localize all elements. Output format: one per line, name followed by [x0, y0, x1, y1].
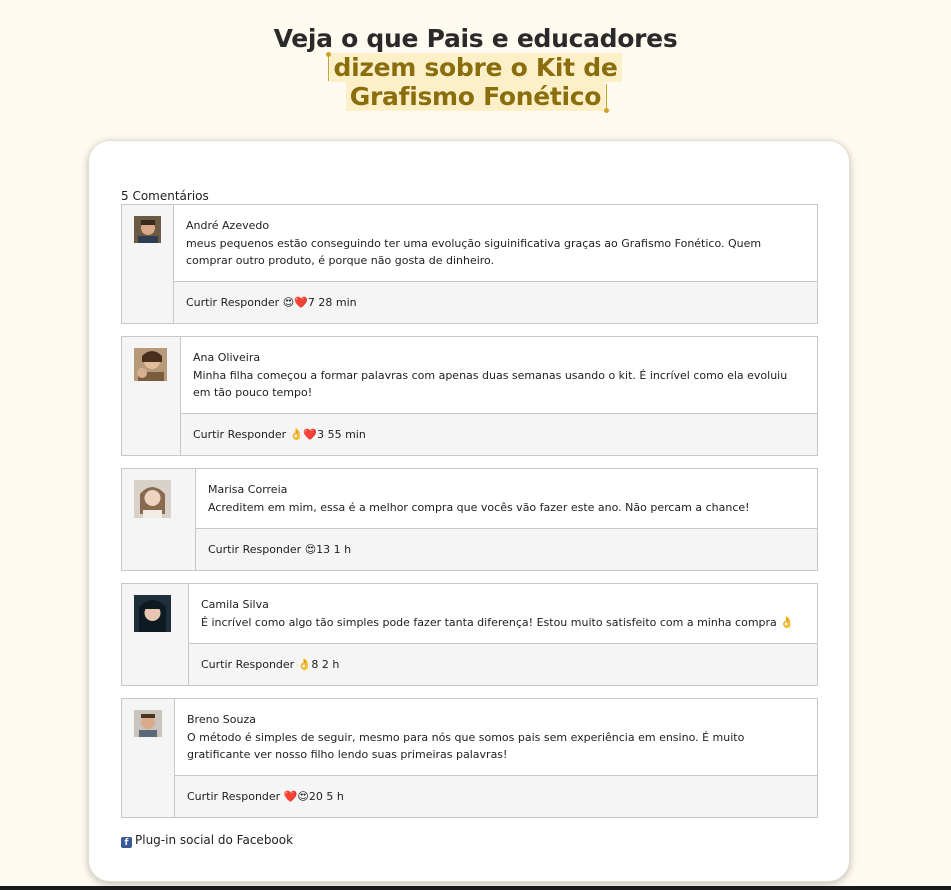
reply-button[interactable]: Responder [221, 296, 280, 309]
headline-line-2: dizem sobre o Kit de [325, 52, 622, 82]
like-button[interactable]: Curtir [208, 543, 239, 556]
comment-author[interactable]: Breno Souza [187, 713, 256, 726]
comment-text: Acreditem em mim, essa é a melhor compra… [208, 501, 750, 514]
comment-actions: Curtir Responder 😍❤️7 28 min [186, 296, 817, 309]
text-cursor-start [325, 52, 331, 81]
like-button[interactable]: Curtir [186, 296, 217, 309]
reaction-icons: 👌 [297, 658, 312, 671]
comment-body: Ana Oliveira Minha filha começou a forma… [181, 337, 817, 414]
avatar[interactable] [134, 595, 171, 632]
comment-text: É incrível como algo tão simples pode fa… [201, 616, 794, 629]
comment-count: 5 Comentários [121, 189, 209, 203]
reaction-count: 3 [317, 428, 325, 441]
reaction-count: 7 [307, 296, 315, 309]
reaction-icons: ❤️😍 [283, 790, 309, 803]
like-button[interactable]: Curtir [193, 428, 224, 441]
avatar[interactable] [134, 710, 162, 737]
comment-text: Minha filha começou a formar palavras co… [193, 369, 788, 399]
comments-card: 5 Comentários André Azevedo meus pequeno… [88, 140, 850, 882]
comment-item: Camila Silva É incrível como algo tão si… [121, 583, 818, 686]
comment-item: Ana Oliveira Minha filha começou a forma… [121, 336, 818, 456]
reply-button[interactable]: Responder [222, 790, 281, 803]
comment-actions: Curtir Responder 😍13 1 h [208, 543, 817, 556]
comment-time[interactable]: 2 h [322, 658, 339, 671]
bottom-bar [0, 886, 951, 890]
reaction-icons: 😍 [304, 543, 317, 556]
reaction-icons: 😍❤️ [282, 296, 308, 309]
reply-button[interactable]: Responder [228, 428, 287, 441]
headline-line-2-text: dizem sobre o Kit de [333, 53, 618, 82]
comment-author[interactable]: Camila Silva [201, 598, 269, 611]
comment-author[interactable]: André Azevedo [186, 219, 269, 232]
comment-body: André Azevedo meus pequenos estão conseg… [174, 205, 817, 282]
reaction-count: 13 [316, 543, 331, 556]
comment-time[interactable]: 5 h [326, 790, 343, 803]
like-button[interactable]: Curtir [187, 790, 218, 803]
comment-item: Marisa Correia Acreditem em mim, essa é … [121, 468, 818, 571]
comment-item: Breno Souza O método é simples de seguir… [121, 698, 818, 818]
comment-author[interactable]: Ana Oliveira [193, 351, 260, 364]
comment-text: O método é simples de seguir, mesmo para… [187, 731, 745, 761]
reaction-count: 8 [311, 658, 319, 671]
comment-body: Camila Silva É incrível como algo tão si… [189, 584, 817, 644]
text-cursor-end [604, 84, 610, 113]
comment-author[interactable]: Marisa Correia [208, 483, 287, 496]
comment-actions: Curtir Responder 👌8 2 h [201, 658, 817, 671]
comment-text: meus pequenos estão conseguindo ter uma … [186, 237, 762, 267]
comment-time[interactable]: 28 min [318, 296, 356, 309]
avatar[interactable] [134, 480, 171, 518]
reply-button[interactable]: Responder [236, 658, 295, 671]
comment-time[interactable]: 55 min [328, 428, 366, 441]
facebook-icon: f [121, 837, 132, 848]
headline-line-1: Veja o que Pais e educadores [273, 24, 678, 53]
headline-line-3: Grafismo Fonético [345, 82, 610, 113]
comment-actions: Curtir Responder 👌❤️3 55 min [193, 428, 817, 441]
comment-body: Marisa Correia Acreditem em mim, essa é … [196, 469, 817, 529]
reaction-icons: 👌❤️ [289, 428, 318, 441]
facebook-plugin-label: Plug-in social do Facebook [135, 833, 294, 847]
comment-item: André Azevedo meus pequenos estão conseg… [121, 204, 818, 324]
headline: Veja o que Pais e educadores dizem sobre… [0, 24, 951, 113]
avatar[interactable] [134, 348, 167, 381]
like-button[interactable]: Curtir [201, 658, 232, 671]
reaction-count: 20 [308, 790, 323, 803]
headline-line-3-text: Grafismo Fonético [349, 82, 602, 111]
comment-body: Breno Souza O método é simples de seguir… [175, 699, 817, 776]
avatar[interactable] [134, 216, 161, 243]
comment-time[interactable]: 1 h [334, 543, 351, 556]
facebook-plugin-link[interactable]: f Plug-in social do Facebook [121, 833, 293, 848]
reply-button[interactable]: Responder [243, 543, 302, 556]
comment-actions: Curtir Responder ❤️😍20 5 h [187, 790, 817, 803]
